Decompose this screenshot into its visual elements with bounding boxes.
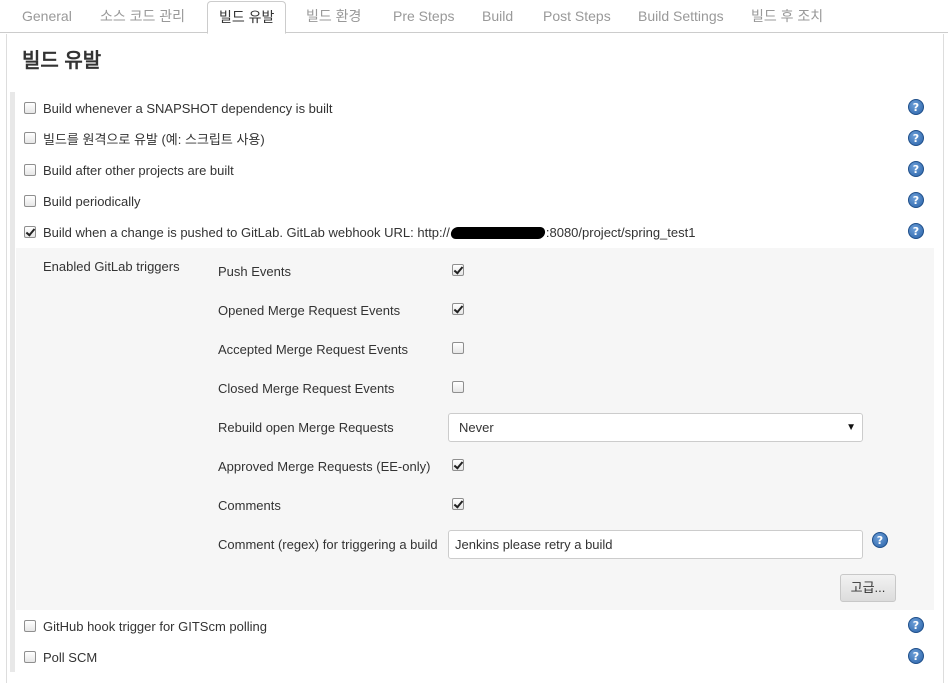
push-events-checkbox[interactable]: [452, 264, 464, 276]
trigger-label-snapshot: Build whenever a SNAPSHOT dependency is …: [43, 100, 333, 116]
gitlab-option-label: Accepted Merge Request Events: [218, 342, 409, 357]
opened-mr-checkbox[interactable]: [452, 303, 464, 315]
rebuild-open-mr-value: Never: [459, 420, 494, 435]
question-circle-icon[interactable]: ?: [908, 192, 924, 208]
section-title: 빌드 유발: [22, 50, 102, 72]
trigger-checkbox-after-other-projects[interactable]: [24, 164, 36, 176]
question-circle-icon[interactable]: ?: [908, 161, 924, 177]
trigger-checkbox-snapshot[interactable]: [24, 102, 36, 114]
gitlab-triggers-header: Enabled GitLab triggers: [43, 259, 180, 274]
gitlab-option-label: Push Events: [218, 264, 291, 279]
trigger-row-periodically: Build periodically: [24, 191, 141, 211]
comment-regex-input[interactable]: Jenkins please retry a build: [448, 530, 863, 559]
gitlab-option-label: Approved Merge Requests (EE-only): [218, 459, 431, 474]
section-left-bar: [10, 92, 15, 672]
trigger-checkbox-poll-scm[interactable]: [24, 651, 36, 663]
tab-general[interactable]: General: [22, 0, 72, 33]
tab-post-steps[interactable]: Post Steps: [543, 0, 611, 33]
tab-bar: General 소스 코드 관리 빌드 유발 빌드 환경 Pre Steps B…: [0, 0, 948, 34]
advanced-button[interactable]: 고급...: [840, 574, 896, 602]
question-circle-icon[interactable]: ?: [908, 648, 924, 664]
gitlab-option-label: Closed Merge Request Events: [218, 381, 395, 396]
trigger-checkbox-remote[interactable]: [24, 132, 36, 144]
trigger-label-gitlab: Build when a change is pushed to GitLab.…: [43, 225, 695, 240]
trigger-row-after-other-projects: Build after other projects are built: [24, 160, 234, 180]
gitlab-option-label: Opened Merge Request Events: [218, 303, 401, 318]
question-circle-icon[interactable]: ?: [908, 130, 924, 146]
trigger-checkbox-periodically[interactable]: [24, 195, 36, 207]
tab-source-code-management[interactable]: 소스 코드 관리: [100, 0, 185, 33]
gitlab-option-label: Comment (regex) for triggering a build: [218, 537, 438, 552]
gitlab-label-suffix: :8080/project/spring_test1: [545, 224, 696, 240]
question-circle-icon[interactable]: ?: [908, 223, 924, 239]
accepted-mr-checkbox[interactable]: [452, 342, 464, 354]
question-circle-icon[interactable]: ?: [908, 617, 924, 633]
trigger-checkbox-gitlab[interactable]: [24, 226, 36, 238]
tab-build-environment[interactable]: 빌드 환경: [306, 0, 361, 33]
tab-pre-steps[interactable]: Pre Steps: [393, 0, 454, 33]
gitlab-label-prefix: Build when a change is pushed to GitLab.…: [43, 224, 450, 240]
closed-mr-checkbox[interactable]: [452, 381, 464, 393]
trigger-row-poll-scm: Poll SCM: [24, 647, 97, 667]
trigger-label-remote: 빌드를 원격으로 유발 (예: 스크립트 사용): [43, 131, 265, 147]
rebuild-open-mr-select[interactable]: Never ▼: [448, 413, 863, 442]
trigger-row-gitlab: Build when a change is pushed to GitLab.…: [24, 222, 695, 242]
dropdown-arrow-icon: ▼: [846, 422, 856, 433]
question-circle-icon[interactable]: ?: [872, 532, 888, 548]
tab-build[interactable]: Build: [482, 0, 513, 33]
trigger-label-after-other-projects: Build after other projects are built: [43, 162, 234, 178]
trigger-label-periodically: Build periodically: [43, 193, 141, 209]
gitlab-option-label: Comments: [218, 498, 281, 513]
tab-build-settings[interactable]: Build Settings: [638, 0, 724, 33]
trigger-label-poll-scm: Poll SCM: [43, 649, 98, 665]
tab-post-build-actions[interactable]: 빌드 후 조치: [751, 0, 823, 33]
trigger-row-snapshot: Build whenever a SNAPSHOT dependency is …: [24, 98, 333, 118]
gitlab-option-label: Rebuild open Merge Requests: [218, 420, 394, 435]
trigger-row-github-hook: GitHub hook trigger for GITScm polling: [24, 616, 267, 636]
tab-build-triggers[interactable]: 빌드 유발: [207, 1, 287, 34]
question-circle-icon[interactable]: ?: [908, 99, 924, 115]
comments-checkbox[interactable]: [452, 498, 464, 510]
trigger-row-remote: 빌드를 원격으로 유발 (예: 스크립트 사용): [24, 128, 265, 148]
trigger-checkbox-github-hook[interactable]: [24, 620, 36, 632]
redacted-host: [449, 227, 546, 240]
trigger-label-github-hook: GitHub hook trigger for GITScm polling: [43, 618, 267, 634]
approved-mr-checkbox[interactable]: [452, 459, 464, 471]
